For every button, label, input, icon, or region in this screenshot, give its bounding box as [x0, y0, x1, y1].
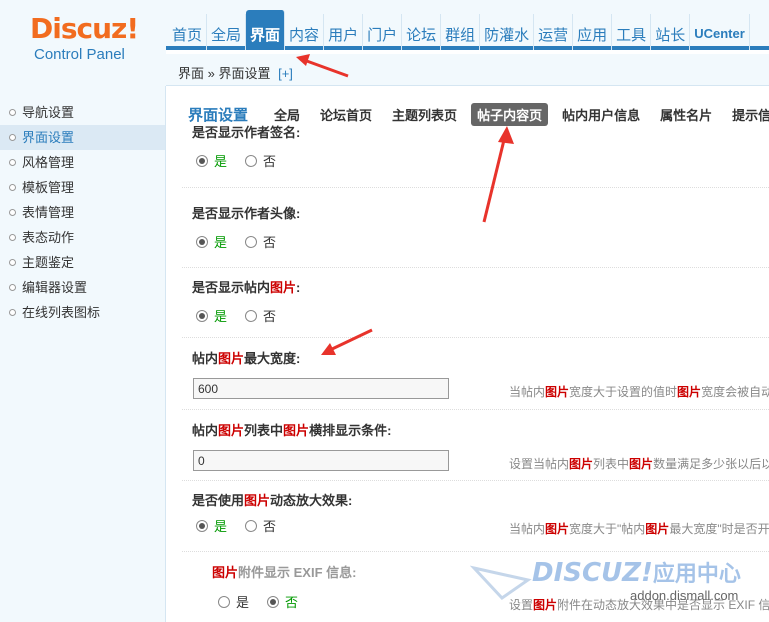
- radio-yes-label[interactable]: 是: [236, 592, 249, 611]
- nav-item-forum[interactable]: 论坛: [402, 14, 442, 50]
- setting-label: 是否显示帖内图片:: [192, 280, 301, 295]
- breadcrumb-bar: 界面 » 界面设置 [+]: [166, 54, 769, 86]
- setting-label: 帖内图片列表中图片横排显示条件:: [192, 423, 392, 438]
- bullet-icon: [9, 159, 16, 166]
- setting-tip: 设置当帖内图片列表中图片数量满足多少张以后以: [509, 457, 769, 471]
- sidebar-item-smilies[interactable]: 表情管理: [0, 200, 165, 225]
- nav-item-founder[interactable]: 站长: [651, 14, 691, 50]
- radio-no-label[interactable]: 否: [263, 232, 276, 251]
- sidebar-item-themes[interactable]: 风格管理: [0, 150, 165, 175]
- bullet-icon: [9, 109, 16, 116]
- radio-group: 是 否: [196, 232, 294, 251]
- radio-yes-label[interactable]: 是: [214, 306, 227, 325]
- add-shortcut-button[interactable]: [+]: [278, 66, 293, 81]
- radio-no[interactable]: [267, 595, 280, 608]
- radio-yes-label[interactable]: 是: [214, 232, 227, 251]
- radio-yes-label[interactable]: 是: [214, 516, 227, 535]
- radio-no[interactable]: [245, 154, 258, 167]
- nav-item-user[interactable]: 用户: [324, 14, 364, 50]
- bullet-icon: [9, 209, 16, 216]
- setting-label: 帖内图片最大宽度:: [192, 351, 301, 366]
- bullet-icon: [9, 134, 16, 141]
- setting-label: 是否显示作者签名:: [192, 125, 301, 140]
- image-max-width-input[interactable]: [193, 378, 449, 399]
- nav-item-extended[interactable]: 运营: [534, 14, 574, 50]
- radio-no-label[interactable]: 否: [263, 516, 276, 535]
- setting-label: 图片附件显示 EXIF 信息:: [212, 565, 357, 580]
- breadcrumb-path[interactable]: 界面 » 界面设置: [178, 66, 270, 81]
- main-content: 界面设置 全局 论坛首页 主题列表页 帖子内容页 帖内用户信息 属性名片 提示信…: [170, 86, 769, 622]
- sidebar: 导航设置 界面设置 风格管理 模板管理 表情管理 表态动作 主题鉴定 编辑器设置…: [0, 86, 166, 622]
- logo-text: Discuz!: [30, 12, 139, 45]
- bullet-icon: [9, 309, 16, 316]
- nav-item-ucenter[interactable]: UCenter: [690, 14, 750, 50]
- breadcrumb: 界面 » 界面设置 [+]: [178, 63, 293, 82]
- radio-no-label[interactable]: 否: [263, 306, 276, 325]
- radio-group: 是 否: [196, 516, 294, 535]
- top-nav: 首页 全局 界面 内容 用户 门户 论坛 群组 防灌水 运营 应用 工具 站长 …: [168, 10, 750, 50]
- setting-tip: 当帖内图片宽度大于"帖内图片最大宽度"时是否开: [509, 522, 769, 536]
- nav-item-tools[interactable]: 工具: [612, 14, 652, 50]
- setting-row-exif: 图片附件显示 EXIF 信息: 是 否 设置图片附件在动态放大效果中是否显示 E…: [182, 552, 769, 622]
- radio-yes[interactable]: [196, 154, 208, 167]
- nav-item-group[interactable]: 群组: [441, 14, 481, 50]
- setting-row-image-max-width: 帖内图片最大宽度: 当帖内图片宽度大于设置的值时图片宽度会被自动: [182, 338, 769, 410]
- nav-item-home[interactable]: 首页: [168, 14, 208, 50]
- radio-yes[interactable]: [196, 519, 208, 532]
- setting-row-image-list-condition: 帖内图片列表中图片横排显示条件: 设置当帖内图片列表中图片数量满足多少张以后以: [182, 410, 769, 481]
- logo[interactable]: Discuz! Control Panel: [0, 0, 166, 86]
- setting-row-image-zoom: 是否使用图片动态放大效果: 是 否 当帖内图片宽度大于"帖内图片最大宽度"时是否…: [182, 481, 769, 552]
- sidebar-item-nav[interactable]: 导航设置: [0, 100, 165, 125]
- nav-item-safe[interactable]: 防灌水: [480, 14, 535, 50]
- setting-row-author-signature: 是否显示作者签名: 是 否: [182, 118, 769, 188]
- setting-label: 是否显示作者头像:: [192, 206, 301, 221]
- radio-yes[interactable]: [218, 595, 230, 608]
- radio-yes[interactable]: [196, 235, 208, 248]
- radio-no[interactable]: [245, 235, 258, 248]
- bullet-icon: [9, 234, 16, 241]
- setting-tip: 设置图片附件在动态放大效果中是否显示 EXIF 信: [509, 598, 769, 612]
- radio-no[interactable]: [245, 309, 258, 322]
- bullet-icon: [9, 284, 16, 291]
- setting-tip: 当帖内图片宽度大于设置的值时图片宽度会被自动: [509, 385, 769, 399]
- sidebar-item-style-settings[interactable]: 界面设置: [0, 125, 165, 150]
- setting-row-show-images: 是否显示帖内图片: 是 否: [182, 268, 769, 338]
- image-list-condition-input[interactable]: [193, 450, 449, 471]
- sidebar-item-editor[interactable]: 编辑器设置: [0, 275, 165, 300]
- bullet-icon: [9, 184, 16, 191]
- nav-item-portal[interactable]: 门户: [363, 14, 403, 50]
- radio-group: 是 否: [196, 306, 294, 325]
- sidebar-item-click[interactable]: 表态动作: [0, 225, 165, 250]
- radio-no-label[interactable]: 否: [263, 151, 276, 170]
- sidebar-item-stamps[interactable]: 主题鉴定: [0, 250, 165, 275]
- nav-item-global[interactable]: 全局: [207, 14, 247, 50]
- logo-subtitle: Control Panel: [34, 46, 125, 63]
- nav-item-style[interactable]: 界面: [246, 10, 286, 50]
- bullet-icon: [9, 259, 16, 266]
- setting-row-author-avatar: 是否显示作者头像: 是 否: [182, 196, 769, 268]
- sidebar-item-online-icons[interactable]: 在线列表图标: [0, 300, 165, 325]
- radio-no-label[interactable]: 否: [285, 592, 298, 611]
- radio-group: 是 否: [196, 151, 294, 170]
- radio-no[interactable]: [245, 519, 258, 532]
- sidebar-item-templates[interactable]: 模板管理: [0, 175, 165, 200]
- setting-label: 是否使用图片动态放大效果:: [192, 493, 353, 508]
- radio-yes[interactable]: [196, 309, 208, 322]
- admin-page: Discuz! Control Panel 首页 全局 界面 内容 用户 门户 …: [0, 0, 769, 622]
- nav-item-plugin[interactable]: 应用: [573, 14, 613, 50]
- nav-item-content[interactable]: 内容: [285, 14, 325, 50]
- radio-group: 是 否: [218, 592, 316, 611]
- radio-yes-label[interactable]: 是: [214, 151, 227, 170]
